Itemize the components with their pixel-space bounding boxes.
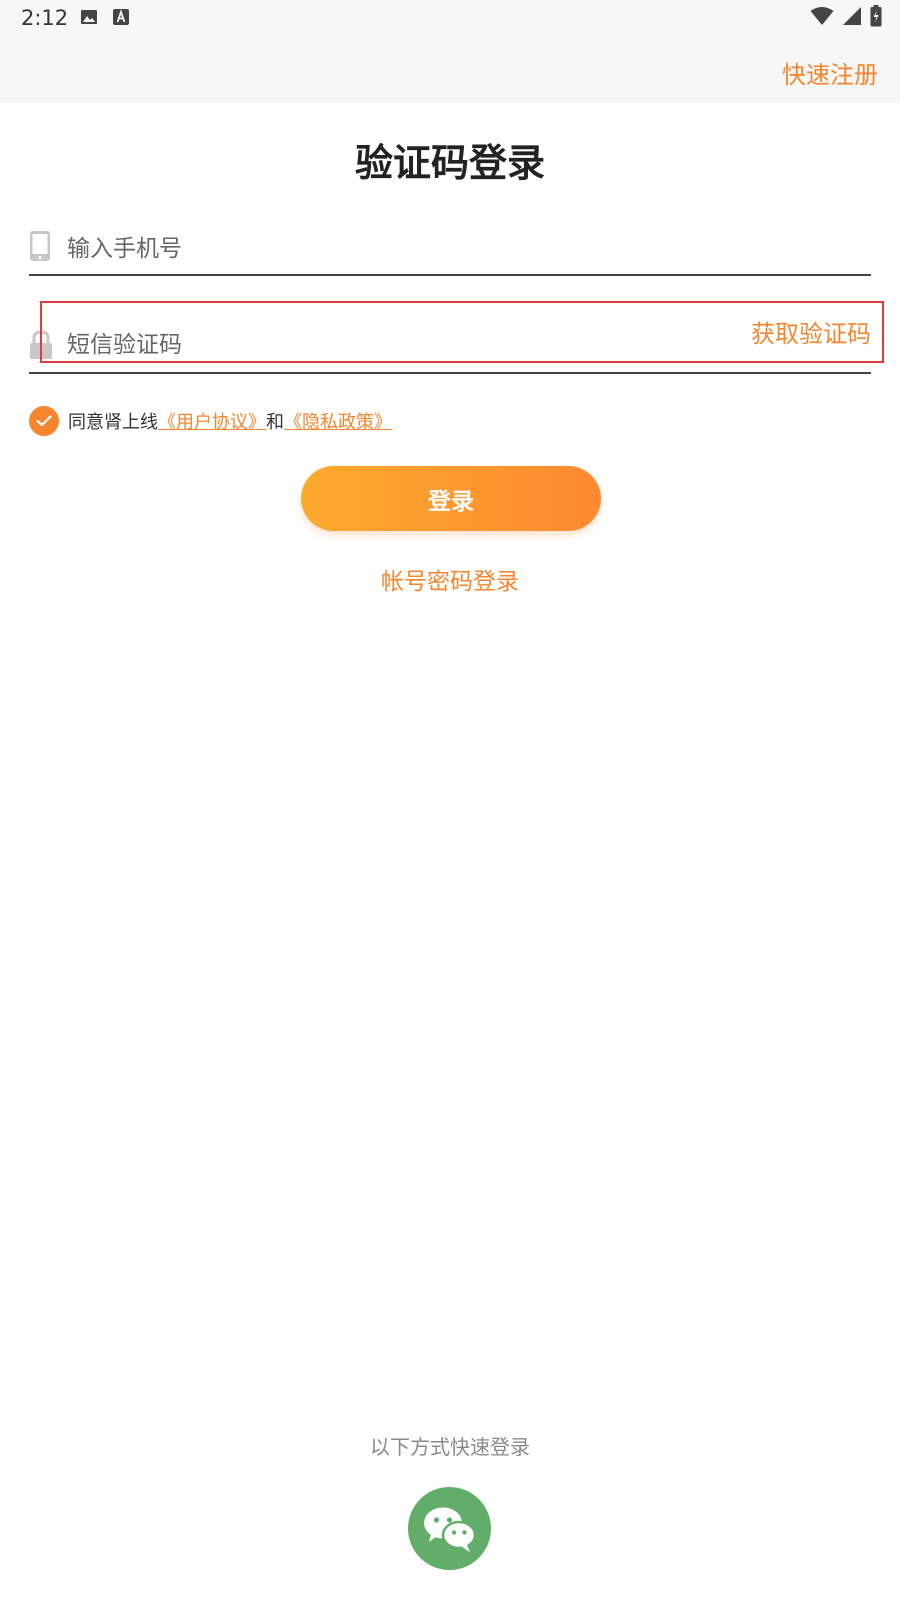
sms-code-input[interactable] xyxy=(67,314,747,372)
lock-icon xyxy=(29,330,53,364)
agreement-prefix: 同意肾上线 xyxy=(68,412,158,433)
quick-login-label: 以下方式快速登录 xyxy=(370,1435,530,1459)
battery-icon xyxy=(870,5,882,31)
status-indicators xyxy=(810,5,882,31)
login-page: 2:12 快速注册 验证码登录 获取 xyxy=(0,0,900,1600)
phone-input[interactable] xyxy=(67,220,747,274)
phone-icon xyxy=(29,230,51,266)
login-button[interactable]: 登录 xyxy=(301,466,601,531)
get-code-button[interactable]: 获取验证码 xyxy=(751,314,871,349)
phone-field xyxy=(29,220,871,276)
wifi-icon xyxy=(810,6,834,30)
wechat-icon xyxy=(423,1507,476,1552)
page-title: 验证码登录 xyxy=(354,141,545,185)
agreement-conjunction: 和 xyxy=(266,412,284,433)
signal-icon xyxy=(842,6,862,30)
wechat-login-button[interactable] xyxy=(408,1487,491,1570)
text-notification-icon xyxy=(112,8,130,26)
check-icon xyxy=(36,415,52,427)
quick-register-link[interactable]: 快速注册 xyxy=(782,55,878,90)
privacy-policy-link[interactable]: 《隐私政策》 xyxy=(284,408,392,434)
image-notification-icon xyxy=(80,8,98,26)
agreement-checkbox[interactable] xyxy=(29,406,59,436)
top-bar: 2:12 快速注册 xyxy=(0,0,900,103)
sms-code-field: 获取验证码 xyxy=(29,314,871,374)
agreement-row: 同意肾上线 《用户协议》 和 《隐私政策》 xyxy=(29,405,392,437)
user-agreement-link[interactable]: 《用户协议》 xyxy=(158,408,266,434)
status-time: 2:12 xyxy=(21,6,69,30)
password-login-link[interactable]: 帐号密码登录 xyxy=(0,562,900,596)
